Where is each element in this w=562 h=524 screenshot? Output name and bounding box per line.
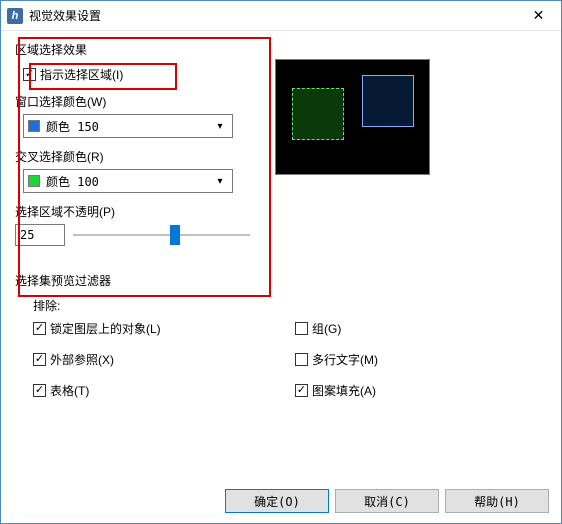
chevron-down-icon: ▾ <box>212 176 228 187</box>
filter-checkbox[interactable] <box>33 322 46 335</box>
window-color-combo[interactable]: 颜色 150 ▾ <box>23 114 233 138</box>
opacity-input[interactable]: 25 <box>15 224 65 246</box>
filter-checkbox[interactable] <box>33 353 46 366</box>
selection-preview <box>275 59 430 175</box>
window-color-swatch <box>28 120 40 132</box>
opacity-slider[interactable] <box>73 225 250 245</box>
slider-line <box>73 234 250 236</box>
filter-checkbox[interactable] <box>295 322 308 335</box>
filter-item[interactable]: 锁定图层上的对象(L) <box>33 320 285 337</box>
indicate-area-checkbox[interactable] <box>23 68 36 81</box>
dialog-window: h 视觉效果设置 ✕ 区域选择效果 指示选择区域(I) 窗口选择颜色(W) 颜色… <box>0 0 562 524</box>
cross-color-swatch <box>28 175 40 187</box>
slider-thumb[interactable] <box>170 225 180 245</box>
indicate-area-row[interactable]: 指示选择区域(I) <box>23 66 255 83</box>
close-button[interactable]: ✕ <box>516 1 561 30</box>
opacity-input-value: 25 <box>20 228 34 242</box>
cross-color-combo[interactable]: 颜色 100 ▾ <box>23 169 233 193</box>
filter-group-label: 选择集预览过滤器 <box>15 272 547 289</box>
filter-item[interactable]: 表格(T) <box>33 382 285 399</box>
filter-item[interactable]: 图案填充(A) <box>295 382 547 399</box>
cancel-button-label: 取消(C) <box>364 493 410 510</box>
opacity-label: 选择区域不透明(P) <box>15 203 255 220</box>
indicate-area-label: 指示选择区域(I) <box>40 66 123 83</box>
window-color-label: 窗口选择颜色(W) <box>15 93 255 110</box>
button-bar: 确定(O) 取消(C) 帮助(H) <box>1 481 561 523</box>
filter-checkbox[interactable] <box>33 384 46 397</box>
cross-color-value: 颜色 100 <box>46 173 212 190</box>
filter-item[interactable]: 组(G) <box>295 320 547 337</box>
filter-label: 多行文字(M) <box>312 351 378 368</box>
filter-label: 外部参照(X) <box>50 351 114 368</box>
dialog-content: 区域选择效果 指示选择区域(I) 窗口选择颜色(W) 颜色 150 ▾ 交叉选择… <box>1 31 561 481</box>
ok-button-label: 确定(O) <box>254 493 300 510</box>
cancel-button[interactable]: 取消(C) <box>335 489 439 513</box>
filter-item[interactable]: 外部参照(X) <box>33 351 285 368</box>
filter-label: 图案填充(A) <box>312 382 376 399</box>
help-button-label: 帮助(H) <box>474 493 520 510</box>
filter-label: 组(G) <box>312 320 341 337</box>
filter-label: 表格(T) <box>50 382 89 399</box>
window-color-value: 颜色 150 <box>46 118 212 135</box>
filter-item[interactable]: 多行文字(M) <box>295 351 547 368</box>
exclude-label: 排除: <box>33 297 547 314</box>
ok-button[interactable]: 确定(O) <box>225 489 329 513</box>
close-icon: ✕ <box>533 7 545 24</box>
filter-checkbox[interactable] <box>295 353 308 366</box>
area-select-group-label: 区域选择效果 <box>15 41 255 58</box>
preview-cross-rect <box>292 88 344 140</box>
filter-grid: 锁定图层上的对象(L) 组(G) 外部参照(X) 多行文字(M) 表格(T) 图案填充(A… <box>33 320 547 399</box>
chevron-down-icon: ▾ <box>212 121 228 132</box>
titlebar[interactable]: h 视觉效果设置 ✕ <box>1 1 561 31</box>
filter-label: 锁定图层上的对象(L) <box>50 320 161 337</box>
preview-window-rect <box>362 75 414 127</box>
cross-color-label: 交叉选择颜色(R) <box>15 148 255 165</box>
filter-checkbox[interactable] <box>295 384 308 397</box>
app-icon: h <box>7 8 23 24</box>
help-button[interactable]: 帮助(H) <box>445 489 549 513</box>
dialog-title: 视觉效果设置 <box>29 7 516 24</box>
